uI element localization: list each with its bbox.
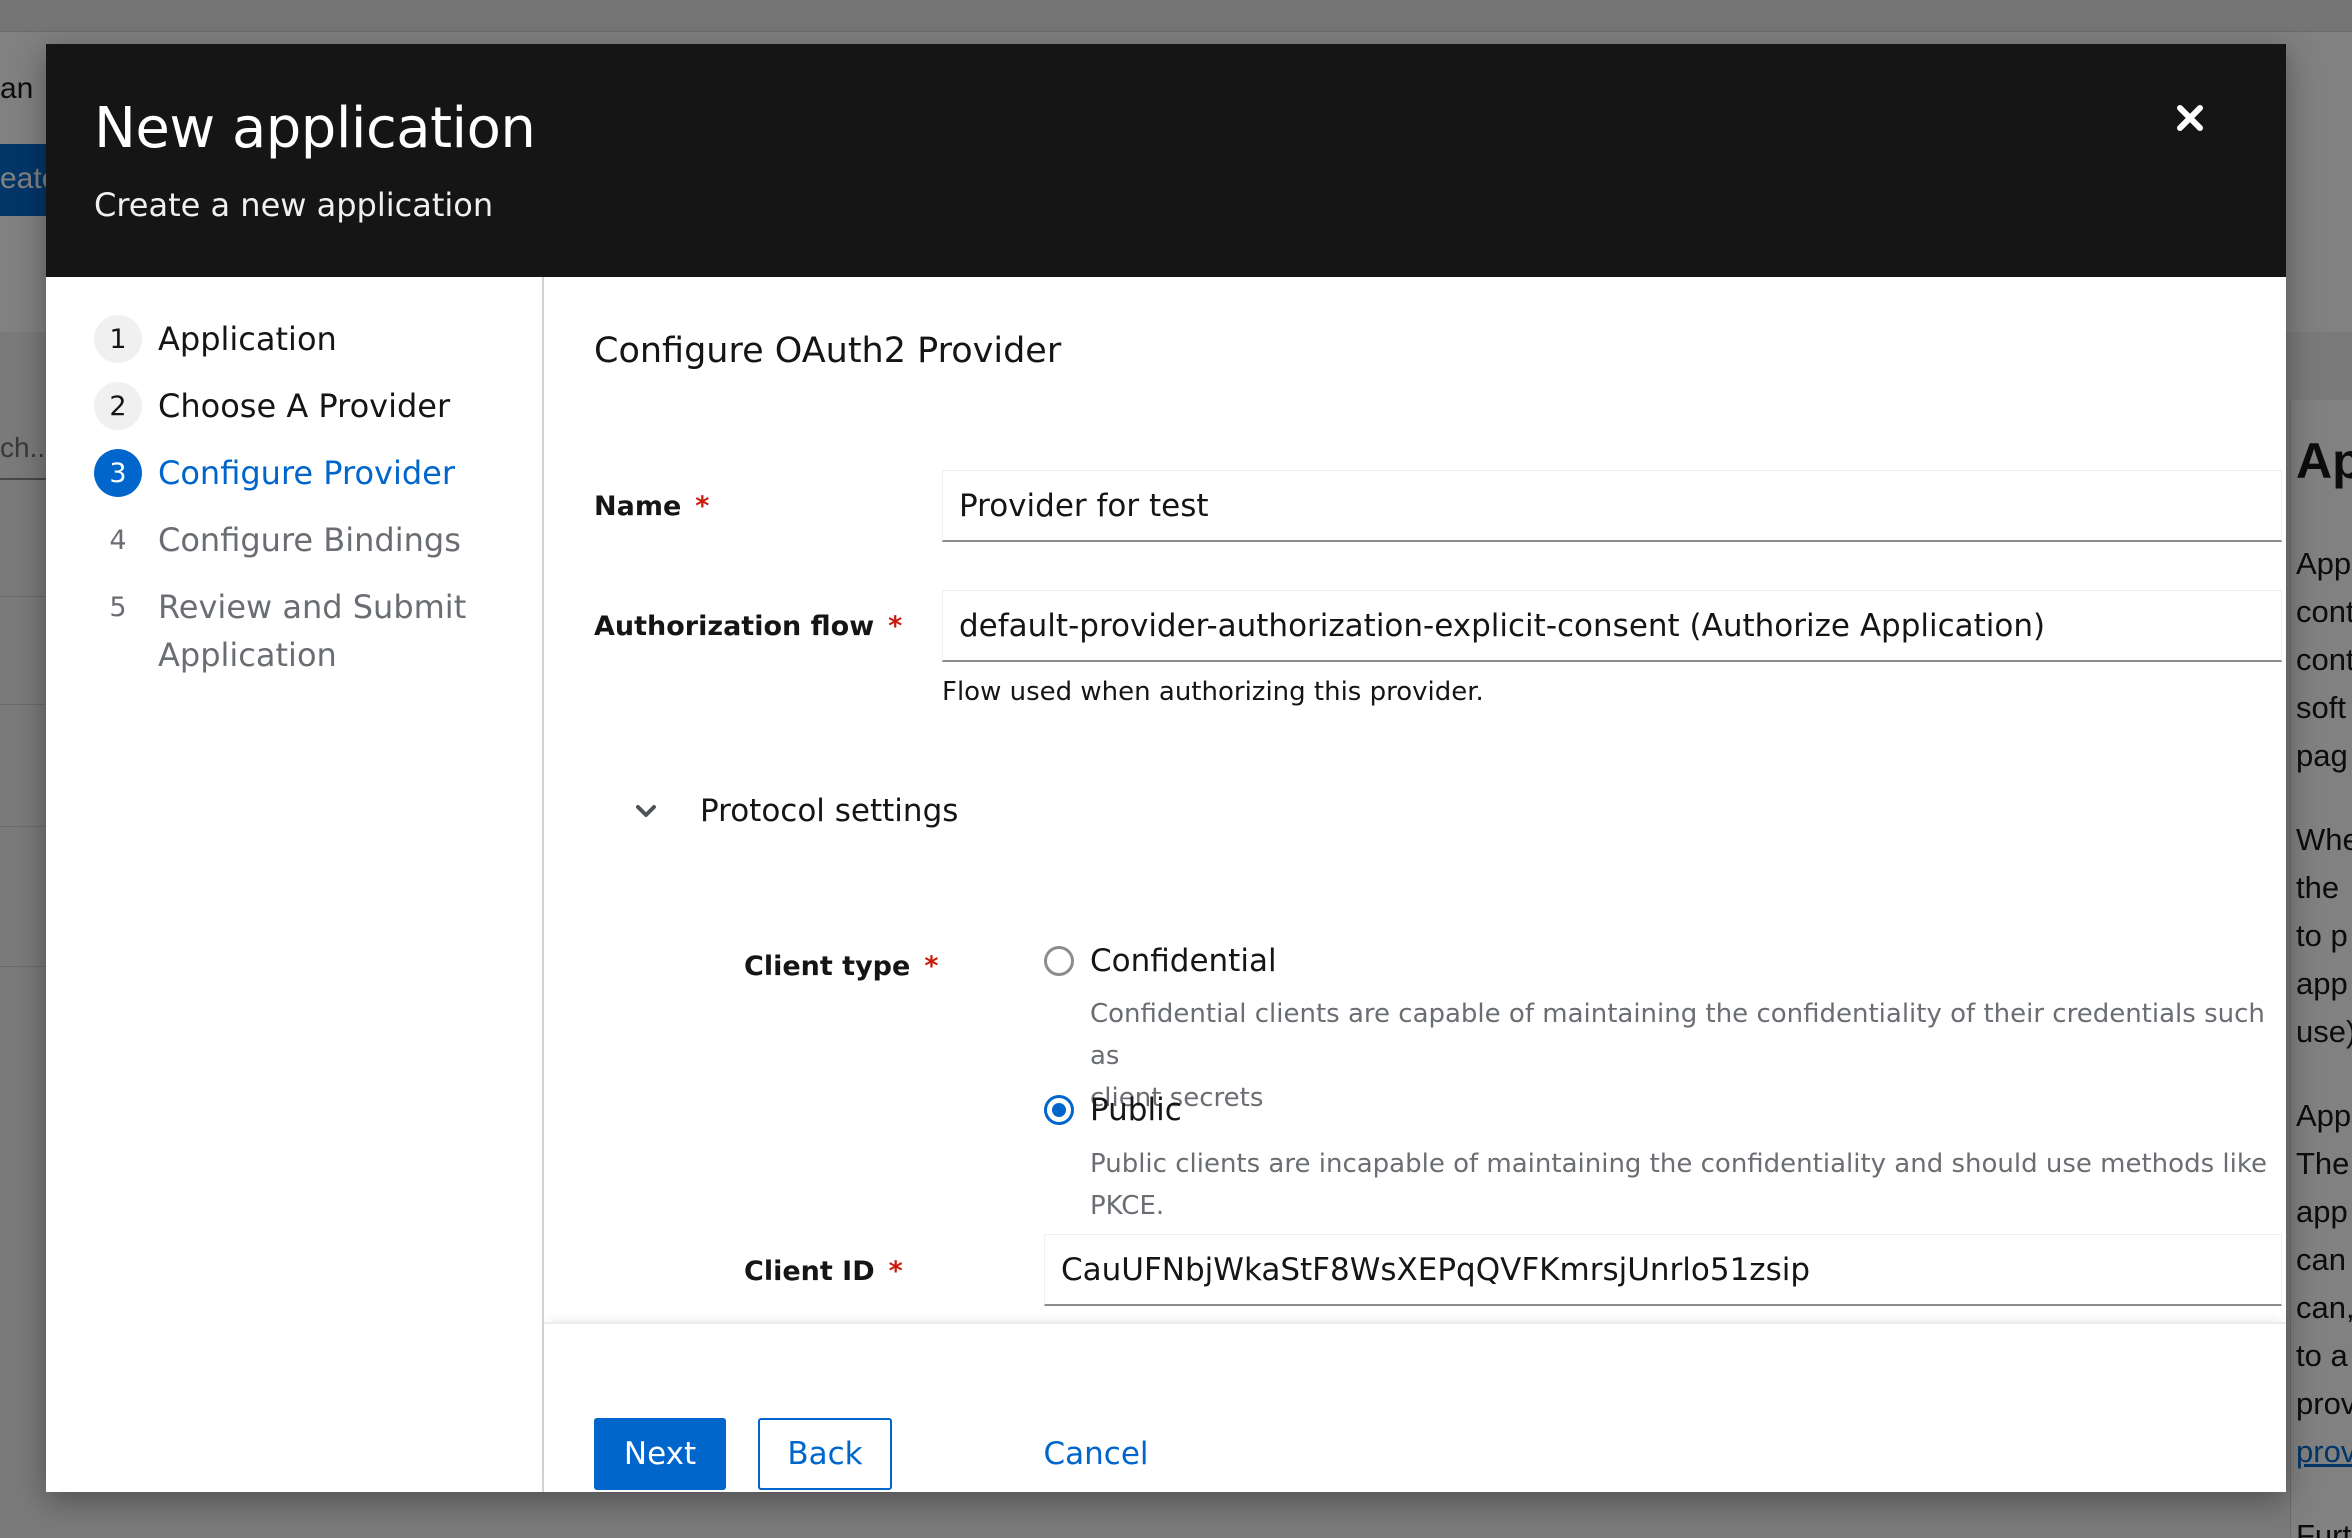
client-id-input[interactable] — [1044, 1234, 2282, 1306]
authorization-flow-select[interactable] — [942, 590, 2282, 662]
client-id-label: Client ID * — [744, 1256, 903, 1287]
wizard-step-configure-bindings[interactable]: 4 Configure Bindings — [94, 516, 461, 564]
step-number: 5 — [109, 591, 127, 623]
confidential-description: Confidential clients are capable of main… — [1090, 999, 2265, 1113]
wizard-body: Configure OAuth2 Provider Name* Authoriz… — [544, 277, 2286, 1317]
wizard-footer: Next Back Cancel — [544, 1322, 2286, 1492]
protocol-settings-toggle[interactable]: Protocol settings — [594, 793, 958, 829]
times-icon — [2177, 105, 2203, 131]
wizard-step-review-submit[interactable]: 5 Review and Submit Application — [94, 583, 474, 679]
step-label: Review and Submit Application — [158, 588, 467, 674]
new-application-modal: New application Create a new application… — [46, 44, 2286, 1492]
radio-button[interactable] — [1044, 1095, 1074, 1125]
radio-button[interactable] — [1044, 946, 1074, 976]
step-label: Configure Provider — [158, 454, 456, 492]
step-number: 3 — [94, 449, 142, 497]
cancel-button[interactable]: Cancel — [1016, 1418, 1176, 1490]
step-number: 4 — [109, 524, 127, 556]
step-label: Configure Bindings — [158, 521, 461, 559]
step-number: 1 — [94, 315, 142, 363]
step-label: Choose A Provider — [158, 387, 451, 425]
modal-subtitle: Create a new application — [94, 186, 494, 224]
chevron-down-icon — [636, 805, 656, 817]
wizard-step-choose-provider[interactable]: 2 Choose A Provider — [94, 382, 450, 430]
name-input[interactable] — [942, 470, 2282, 542]
section-title: Configure OAuth2 Provider — [594, 331, 1062, 371]
step-number: 2 — [94, 382, 142, 430]
authorization-flow-label: Authorization flow * — [594, 611, 903, 642]
wizard-nav: 1 Application 2 Choose A Provider 3 Conf… — [46, 277, 544, 1492]
authorization-flow-helper: Flow used when authorizing this provider… — [942, 677, 1484, 707]
step-label: Application — [158, 320, 337, 358]
modal-title: New application — [94, 96, 536, 161]
client-type-label: Client type * — [744, 951, 939, 982]
back-button[interactable]: Back — [758, 1418, 892, 1490]
radio-label: Public — [1090, 1092, 1182, 1128]
protocol-settings-label: Protocol settings — [700, 793, 959, 829]
close-button[interactable] — [2166, 94, 2214, 142]
name-label: Name * — [594, 491, 710, 522]
client-type-public-radio[interactable]: Public — [1044, 1092, 1182, 1128]
client-type-confidential-radio[interactable]: Confidential — [1044, 943, 1277, 979]
next-button[interactable]: Next — [594, 1418, 726, 1490]
modal-header: New application Create a new application — [46, 44, 2286, 277]
public-description: Public clients are incapable of maintain… — [1090, 1149, 2267, 1221]
wizard-step-application[interactable]: 1 Application — [94, 315, 337, 363]
wizard-step-configure-provider[interactable]: 3 Configure Provider — [94, 449, 455, 497]
radio-label: Confidential — [1090, 943, 1277, 979]
